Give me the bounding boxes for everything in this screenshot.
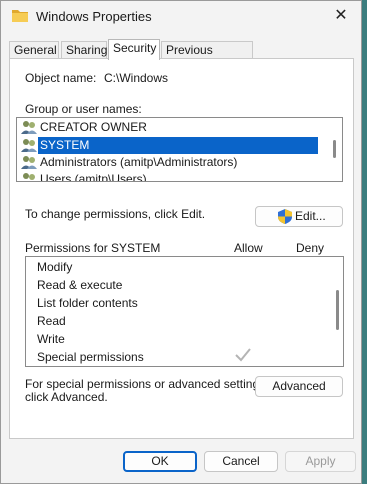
object-name-value: C:\Windows [104,71,169,85]
tab-general[interactable]: General [9,41,59,59]
apply-button[interactable]: Apply [285,451,356,472]
properties-dialog: Windows Properties ✕ General Sharing Sec… [0,0,362,484]
cancel-button[interactable]: Cancel [204,451,278,472]
window-title: Windows Properties [36,9,152,24]
group-user-list[interactable]: CREATOR OWNER SYSTEM Administrators (ami… [16,117,343,182]
list-item-label: Users (amitp\Users) [40,172,147,182]
user-group-icon [21,120,37,135]
permissions-header: Permissions for SYSTEM [25,241,161,255]
deny-column-header: Deny [296,241,325,255]
scrollbar-thumb[interactable] [333,140,336,158]
advanced-button[interactable]: Advanced [255,376,343,397]
uac-shield-icon [278,209,292,224]
permission-row: Read & execute [37,278,123,292]
list-item-label: Administrators (amitp\Administrators) [40,155,238,169]
list-item-selected[interactable]: SYSTEM [18,137,318,154]
user-group-icon [21,138,37,153]
permission-row: List folder contents [37,296,138,310]
group-names-label: Group or user names: [25,102,142,116]
title-bar[interactable]: Windows Properties ✕ [1,1,361,33]
permission-row: Modify [37,260,73,274]
folder-icon [12,8,28,22]
tab-previous-versions[interactable]: Previous Versions [161,41,253,73]
list-item-label: SYSTEM [38,137,318,154]
permissions-list[interactable]: Modify Read & execute List folder conten… [25,256,344,367]
user-group-icon [21,155,37,170]
change-permissions-text: To change permissions, click Edit. [25,207,206,221]
object-name-label: Object name: [25,71,97,85]
ok-button[interactable]: OK [123,451,197,472]
allow-column-header: Allow [234,241,263,255]
advanced-hint-line1: For special permissions or advanced sett… [25,377,269,391]
advanced-hint-line2: click Advanced. [25,390,108,404]
permission-row: Special permissions [37,350,144,364]
user-group-icon [21,172,37,181]
close-icon[interactable]: ✕ [329,4,353,28]
scrollbar-thumb[interactable] [336,290,339,330]
tab-sharing[interactable]: Sharing [61,41,107,59]
tab-security[interactable]: Security [108,39,160,60]
list-item-label: CREATOR OWNER [40,120,147,134]
permission-row: Read [37,314,66,328]
checkmark-icon [235,348,251,362]
edit-button-label: Edit... [295,209,326,223]
edit-button[interactable]: Edit... [255,206,343,227]
permission-row: Write [37,332,65,346]
